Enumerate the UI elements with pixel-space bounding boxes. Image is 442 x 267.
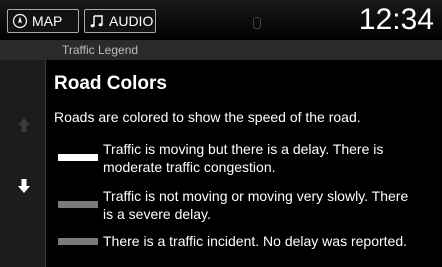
road-color-swatch: [58, 238, 98, 245]
legend-text-line1: Traffic is not moving or moving very slo…: [103, 188, 409, 204]
top-bar: MAP AUDIO 12:34: [0, 0, 442, 40]
clock: 12:34: [358, 3, 434, 36]
road-color-swatch: [58, 154, 98, 161]
audio-tab-label: AUDIO: [109, 13, 154, 29]
map-tab-button[interactable]: MAP: [7, 9, 79, 33]
legend-text-line2: is a severe delay.: [103, 206, 211, 222]
map-tab-label: MAP: [32, 13, 63, 29]
legend-text-line1: Traffic is moving but there is a delay. …: [103, 141, 384, 157]
arrow-up-icon[interactable]: [16, 116, 32, 134]
arrow-down-icon[interactable]: [16, 177, 32, 195]
page-title: Road Colors: [54, 73, 167, 94]
breadcrumb: Traffic Legend: [62, 43, 139, 57]
audio-tab-button[interactable]: AUDIO: [84, 9, 156, 33]
scroll-column: [0, 60, 46, 267]
road-color-swatch: [58, 201, 98, 208]
legend-text-line2: moderate traffic congestion.: [103, 159, 276, 175]
intro-text: Roads are colored to show the speed of t…: [54, 109, 361, 125]
compass-icon: [12, 13, 28, 29]
music-note-icon: [89, 13, 105, 29]
legend-text-line1: There is a traffic incident. No delay wa…: [103, 233, 408, 249]
status-indicator: [253, 17, 261, 29]
